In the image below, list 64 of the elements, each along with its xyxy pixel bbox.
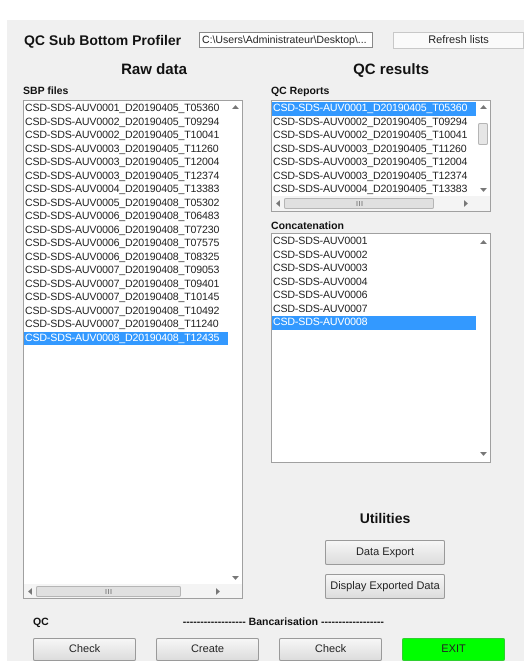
list-item[interactable]: CSD-SDS-AUV0007_D20190408_T10145 bbox=[24, 291, 228, 304]
scroll-up-icon[interactable] bbox=[480, 105, 486, 109]
list-item[interactable]: CSD-SDS-AUV0007_D20190408_T09053 bbox=[24, 264, 228, 278]
list-item[interactable]: CSD-SDS-AUV0002 bbox=[272, 248, 476, 262]
list-item[interactable]: CSD-SDS-AUV0006_D20190408_T06483 bbox=[24, 210, 228, 224]
concatenation-list[interactable]: CSD-SDS-AUV0001 CSD-SDS-AUV0002 CSD-SDS-AUV0003 CSD-SDS-AUV0004 CSD-SDS-AUV0006 CSD-SDS-AUV0007 CSD-SDS-AUV0008 bbox=[271, 233, 491, 463]
list-item[interactable]: CSD-SDS-AUV0007 bbox=[272, 302, 476, 316]
list-item[interactable]: CSD-SDS-AUV0006_D20190408_T08325 bbox=[24, 250, 228, 264]
utility-button[interactable]: Data Export bbox=[325, 540, 445, 565]
scroll-up-icon[interactable] bbox=[480, 240, 486, 244]
list-label: SBP files bbox=[23, 84, 70, 98]
list-item[interactable]: CSD-SDS-AUV0002_D20190405_T10041 bbox=[272, 129, 476, 142]
scroll-down-icon[interactable] bbox=[232, 576, 238, 580]
list-item[interactable]: CSD-SDS-AUV0003_D20190405_T12374 bbox=[24, 170, 228, 183]
refresh-button[interactable]: Refresh lists bbox=[393, 32, 524, 48]
app-title: QC Sub Bottom Profiler bbox=[24, 30, 182, 50]
list-item[interactable]: CSD-SDS-AUV0003 bbox=[272, 262, 476, 276]
list-item[interactable]: CSD-SDS-AUV0001 bbox=[272, 235, 476, 248]
file-list[interactable] bbox=[23, 100, 243, 599]
bancarisation-label: ------------------ Bancarisation ------------------ bbox=[182, 615, 384, 630]
section-heading: Utilities bbox=[360, 509, 410, 528]
list-item[interactable]: CSD-SDS-AUV0007_D20190408_T10492 bbox=[24, 304, 228, 318]
scroll-thumb[interactable] bbox=[284, 198, 434, 209]
list-label: QC Reports bbox=[271, 84, 330, 98]
list-item[interactable]: CSD-SDS-AUV0003_D20190405_T12004 bbox=[24, 156, 228, 170]
qc-label: QC bbox=[33, 615, 49, 630]
list-item[interactable]: CSD-SDS-AUV0003_D20190405_T12374 bbox=[272, 170, 476, 183]
section-heading: QC results bbox=[353, 60, 429, 80]
scroll-right-icon[interactable] bbox=[216, 588, 220, 594]
scroll-thumb[interactable] bbox=[36, 586, 181, 596]
scroll-up-icon[interactable] bbox=[232, 105, 238, 109]
list-item[interactable]: CSD-SDS-AUV0002_D20190405_T09294 bbox=[272, 116, 476, 129]
path-field[interactable]: C:\Users\Administrateur\Desktop\... bbox=[199, 32, 373, 48]
scroll-left-icon[interactable] bbox=[276, 200, 280, 207]
utility-button[interactable]: Display Exported Data bbox=[325, 574, 445, 599]
list-item[interactable]: CSD-SDS-AUV0007_D20190408_T11240 bbox=[24, 318, 228, 332]
list-item[interactable]: CSD-SDS-AUV0005_D20190408_T05302 bbox=[24, 196, 228, 210]
list-item[interactable]: CSD-SDS-AUV0003_D20190405_T11260 bbox=[24, 142, 228, 156]
list-item[interactable]: CSD-SDS-AUV0003_D20190405_T12004 bbox=[272, 156, 476, 170]
action-button[interactable]: Check bbox=[33, 638, 136, 661]
action-button[interactable]: Create bbox=[156, 638, 259, 661]
list-item[interactable]: CSD-SDS-AUV0002_D20190405_T10041 bbox=[24, 129, 228, 142]
list-item[interactable]: CSD-SDS-AUV0004_D20190405_T13383 bbox=[24, 183, 228, 196]
report-list[interactable] bbox=[271, 100, 491, 212]
scroll-left-icon[interactable] bbox=[28, 588, 32, 594]
action-button[interactable]: Check bbox=[279, 638, 382, 661]
list-item[interactable]: CSD-SDS-AUV0002_D20190405_T09294 bbox=[24, 116, 228, 129]
list-label: Concatenation bbox=[271, 219, 345, 232]
scroll-right-icon[interactable] bbox=[464, 200, 468, 207]
list-item[interactable]: CSD-SDS-AUV0004 bbox=[272, 276, 476, 289]
list-item[interactable]: CSD-SDS-AUV0003_D20190405_T11260 bbox=[272, 142, 476, 156]
scroll-down-icon[interactable] bbox=[480, 452, 486, 456]
list-item[interactable]: CSD-SDS-AUV0004_D20190405_T13383 bbox=[272, 183, 476, 196]
list-item[interactable]: CSD-SDS-AUV0001_D20190405_T05360 bbox=[24, 102, 228, 116]
grip-icon bbox=[105, 588, 112, 594]
list-item[interactable]: CSD-SDS-AUV0007_D20190408_T09401 bbox=[24, 278, 228, 291]
list-item[interactable]: CSD-SDS-AUV0006 bbox=[272, 289, 476, 302]
section-heading: Raw data bbox=[121, 60, 187, 80]
exit-button[interactable]: EXIT bbox=[402, 638, 505, 661]
scroll-thumb[interactable] bbox=[478, 122, 488, 144]
scroll-down-icon[interactable] bbox=[480, 188, 486, 192]
grip-icon bbox=[356, 201, 362, 206]
list-item[interactable]: CSD-SDS-AUV0006_D20190408_T07230 bbox=[24, 224, 228, 237]
list-item[interactable]: CSD-SDS-AUV0006_D20190408_T07575 bbox=[24, 237, 228, 250]
